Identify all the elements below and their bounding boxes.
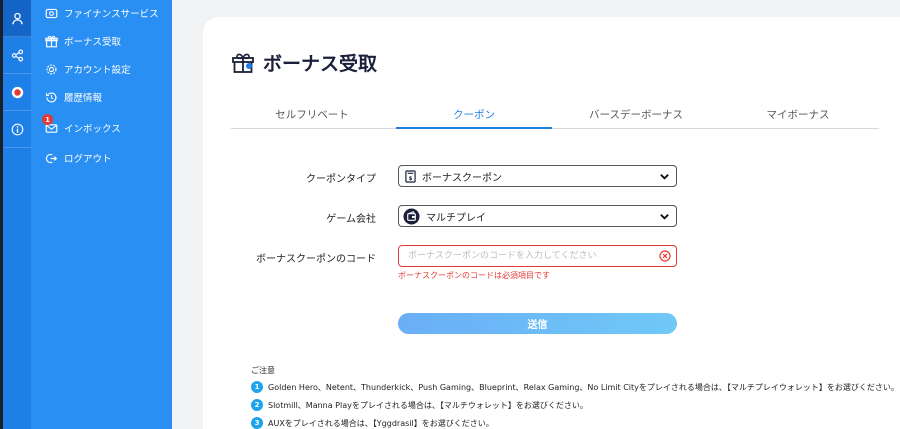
coupon-type-label: クーポンタイプ	[306, 174, 376, 185]
game-company-label: ゲーム会社	[326, 214, 376, 225]
sidebar-item-history[interactable]: 履歴情報	[44, 86, 102, 108]
coupon-code-error: ボーナスクーポンのコードは必須項目です	[398, 271, 550, 280]
submit-button[interactable]: 送信	[398, 313, 677, 334]
history-icon	[44, 90, 58, 104]
info-icon	[11, 123, 23, 135]
sidebar: ファイナンスサービス ボーナス受取 アカウント設定 履歴情報 1 インボックス …	[31, 0, 172, 429]
rail-user-button[interactable]	[3, 0, 31, 37]
sidebar-item-inbox[interactable]: 1 インボックス	[42, 114, 121, 139]
svg-text:$: $	[409, 176, 413, 182]
gear-icon	[44, 62, 58, 76]
rail-record-button[interactable]	[3, 74, 31, 111]
sidebar-item-finance[interactable]: ファイナンスサービス	[44, 2, 159, 24]
sidebar-item-label: インボックス	[64, 124, 121, 135]
page-title-text: ボーナス受取	[263, 53, 378, 75]
coupon-code-input[interactable]	[398, 245, 677, 267]
gift-icon	[232, 53, 254, 73]
sidebar-item-bonus[interactable]: ボーナス受取	[44, 30, 121, 52]
tab-birthday-bonus[interactable]: バースデーボーナス	[555, 105, 717, 128]
bonus-card: ボーナス受取 セルフリベート クーポン バースデーボーナス マイボーナス クーポ…	[203, 17, 900, 429]
coupon-type-select[interactable]: $ ボーナスクーポン	[398, 165, 677, 187]
note-item: 2 Slotmill、Manna Playをプレイされる場合は、【マルチウォレッ…	[251, 399, 588, 411]
coupon-icon: $	[405, 169, 416, 183]
game-company-value: マルチプレイ	[426, 212, 486, 224]
record-icon	[11, 86, 23, 98]
tab-my-bonus[interactable]: マイボーナス	[717, 105, 879, 128]
sidebar-item-logout[interactable]: ログアウト	[44, 147, 112, 169]
sidebar-item-label: ボーナス受取	[64, 37, 122, 48]
tab-coupon[interactable]: クーポン	[393, 105, 555, 129]
note-item: 3 AUXをプレイされる場合は、【Yggdrasil】をお選びください。	[251, 417, 494, 429]
chevron-down-icon	[660, 214, 669, 220]
rail-share-button[interactable]	[3, 37, 31, 74]
mail-icon: 1	[42, 114, 58, 135]
page-title: ボーナス受取	[231, 49, 377, 76]
notes-title: ご注意	[251, 366, 275, 375]
logout-icon	[44, 151, 58, 165]
sidebar-item-label: ログアウト	[64, 154, 112, 165]
coupon-code-label: ボーナスクーポンのコード	[256, 254, 376, 265]
chevron-down-icon	[660, 174, 669, 180]
wallet-icon	[403, 207, 420, 225]
inbox-badge: 1	[42, 114, 53, 125]
sidebar-item-label: 履歴情報	[64, 93, 103, 104]
note-number: 2	[251, 399, 263, 411]
share-icon	[11, 48, 23, 62]
sidebar-item-account-settings[interactable]: アカウント設定	[44, 58, 131, 80]
bonus-tabs: セルフリベート クーポン バースデーボーナス マイボーナス	[231, 105, 879, 129]
gift-icon	[44, 34, 58, 48]
user-icon	[11, 12, 23, 24]
coupon-type-value: ボーナスクーポン	[422, 172, 502, 184]
finance-icon	[44, 6, 58, 20]
note-text: Slotmill、Manna Playをプレイされる場合は、【マルチウォレット】…	[268, 400, 588, 410]
note-text: AUXをプレイされる場合は、【Yggdrasil】をお選びください。	[268, 418, 494, 428]
sidebar-item-label: アカウント設定	[64, 65, 131, 76]
game-company-select[interactable]: マルチプレイ	[398, 205, 677, 227]
note-text: Golden Hero、Netent、Thunderkick、Push Gami…	[268, 382, 899, 392]
rail-info-button[interactable]	[3, 111, 31, 148]
note-item: 1 Golden Hero、Netent、Thunderkick、Push Ga…	[251, 381, 899, 393]
error-clear-icon[interactable]	[659, 250, 671, 262]
sidebar-item-label: ファイナンスサービス	[64, 9, 159, 20]
note-number: 1	[251, 381, 263, 393]
icon-rail	[0, 0, 31, 429]
tab-self-rebate[interactable]: セルフリベート	[231, 105, 393, 128]
note-number: 3	[251, 417, 263, 429]
